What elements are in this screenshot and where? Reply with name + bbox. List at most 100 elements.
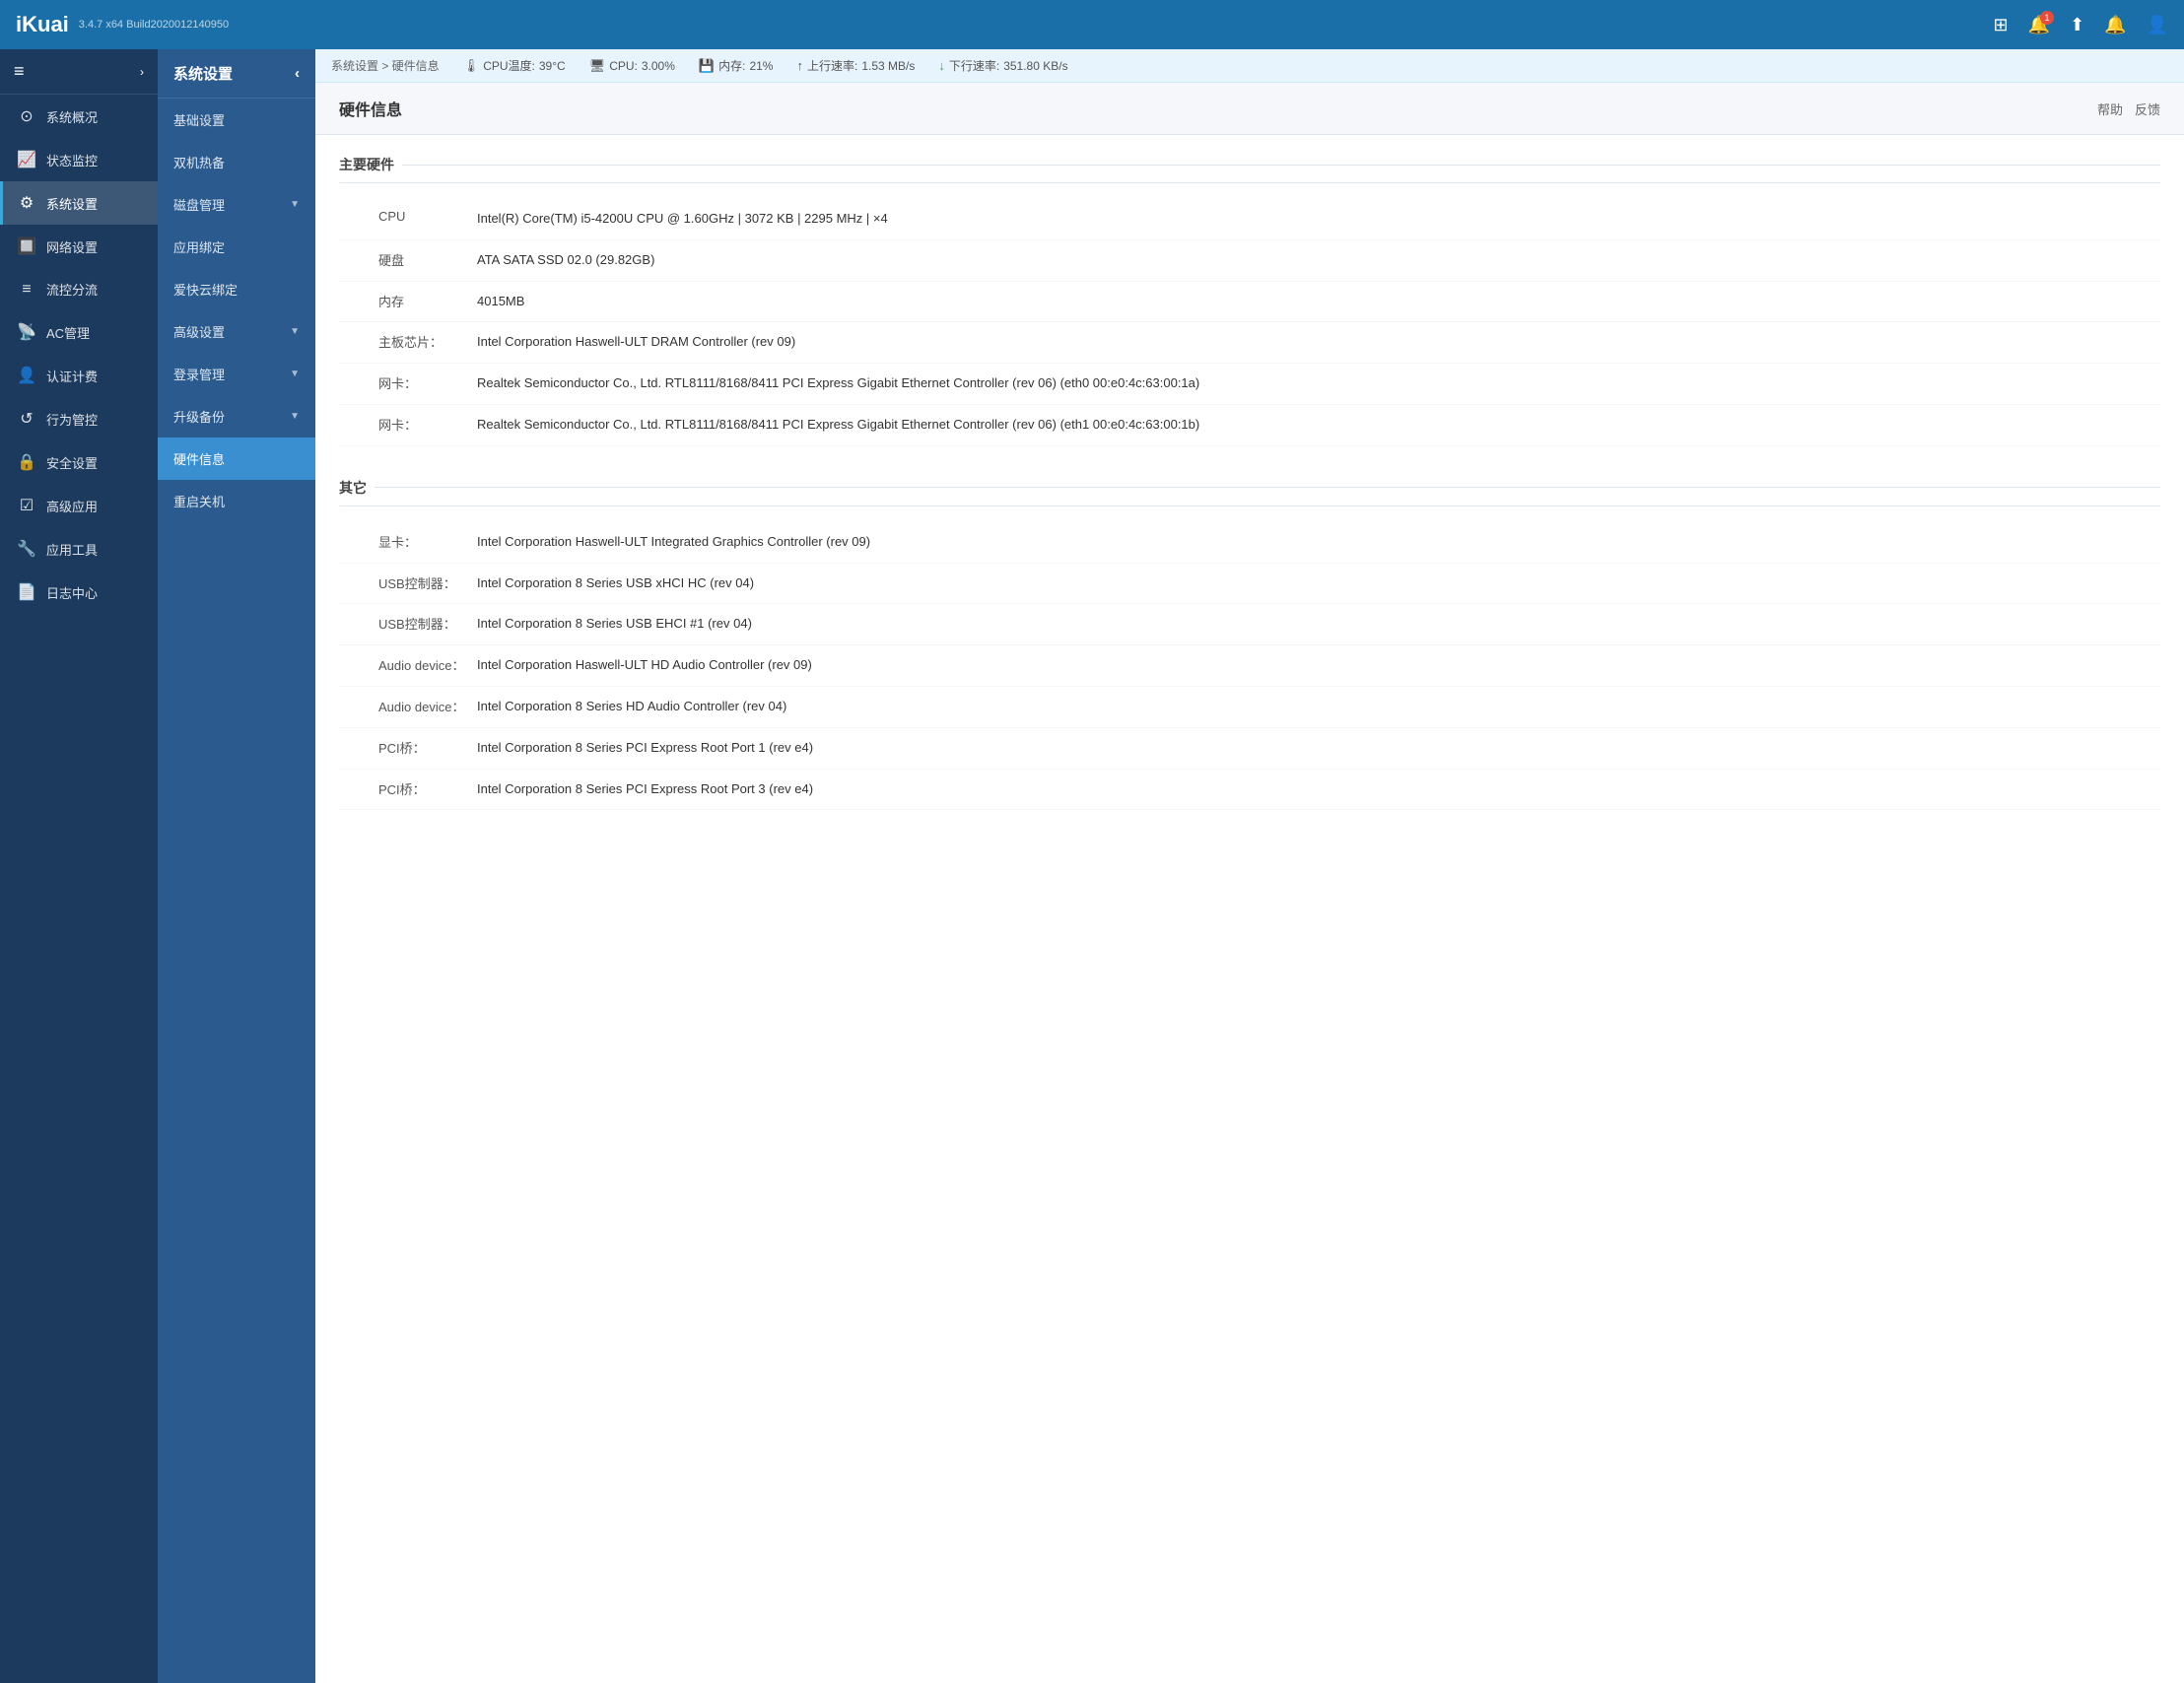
sidebar-item-network[interactable]: 🔲 网络设置 bbox=[0, 225, 158, 268]
sidebar-label-advanced: 高级应用 bbox=[46, 497, 98, 515]
sub-item-label-hardware: 硬件信息 bbox=[173, 449, 225, 468]
sub-item-basic[interactable]: 基础设置 bbox=[158, 99, 315, 141]
cpu-value-text: Intel(R) Core(TM) i5-4200U CPU @ 1.60GHz… bbox=[477, 209, 2160, 230]
security-icon: 🔒 bbox=[17, 452, 36, 472]
main-hardware-section-title: 主要硬件 bbox=[339, 155, 2160, 183]
cpu-icon: 🖥 bbox=[589, 58, 606, 74]
disk-row: 硬盘 ATA SATA SSD 02.0 (29.82GB) bbox=[339, 240, 2160, 282]
nic1-value-text: Realtek Semiconductor Co., Ltd. RTL8111/… bbox=[477, 373, 2160, 394]
sidebar-item-tools[interactable]: 🔧 应用工具 bbox=[0, 527, 158, 571]
sub-item-cloud[interactable]: 爱快云绑定 bbox=[158, 268, 315, 310]
bell-icon[interactable]: 🔔 bbox=[2104, 15, 2126, 35]
sidebar-item-behavior[interactable]: ↺ 行为管控 bbox=[0, 397, 158, 440]
usb2-value-text: Intel Corporation 8 Series USB EHCI #1 (… bbox=[477, 614, 2160, 635]
nic2-row: 网卡： Realtek Semiconductor Co., Ltd. RTL8… bbox=[339, 405, 2160, 446]
collapse-arrow: › bbox=[140, 65, 144, 79]
nic1-label-text: 网卡： bbox=[339, 373, 477, 392]
gpu-label-text: 显卡： bbox=[339, 532, 477, 551]
top-header: iKuai 3.4.7 x64 Build2020012140950 ⊞ 🔔 1… bbox=[0, 0, 2184, 49]
nic2-value-text: Realtek Semiconductor Co., Ltd. RTL8111/… bbox=[477, 415, 2160, 436]
sidebar-item-security[interactable]: 🔒 安全设置 bbox=[0, 440, 158, 484]
page: 硬件信息 帮助 反馈 主要硬件 CPU Intel(R) Core(TM) i5… bbox=[315, 83, 2184, 1683]
mem-value: 21% bbox=[749, 59, 773, 73]
other-hardware-section-title: 其它 bbox=[339, 478, 2160, 506]
sub-item-hardware[interactable]: 硬件信息 bbox=[158, 438, 315, 480]
download-label: 下行速率: bbox=[949, 57, 999, 74]
download-status: ↓ 下行速率: 351.80 KB/s bbox=[938, 57, 1067, 74]
usb1-row: USB控制器： Intel Corporation 8 Series USB x… bbox=[339, 564, 2160, 605]
sub-item-label-cloud: 爱快云绑定 bbox=[173, 280, 238, 299]
download-arrow-icon: ↓ bbox=[938, 58, 945, 73]
tools-icon: 🔧 bbox=[17, 539, 36, 559]
sub-item-reboot[interactable]: 重启关机 bbox=[158, 480, 315, 522]
sub-item-label-appbind: 应用绑定 bbox=[173, 237, 225, 256]
cpu-label: CPU: bbox=[609, 59, 638, 73]
memory-value-text: 4015MB bbox=[477, 292, 2160, 312]
section-divider bbox=[402, 165, 2160, 166]
sub-item-advanced-settings[interactable]: 高级设置 ▼ bbox=[158, 310, 315, 353]
app-logo: iKuai bbox=[16, 12, 69, 37]
sidebar-label-behavior: 行为管控 bbox=[46, 410, 98, 429]
advanced-arrow-icon: ▼ bbox=[290, 326, 300, 337]
help-button[interactable]: 帮助 bbox=[2097, 100, 2123, 118]
motherboard-value-text: Intel Corporation Haswell-ULT DRAM Contr… bbox=[477, 332, 2160, 353]
page-header: 硬件信息 帮助 反馈 bbox=[315, 83, 2184, 135]
main-layout: ≡ › ⊙ 系统概况 📈 状态监控 ⚙ 系统设置 🔲 网络设置 ≡ 流控分流 📡… bbox=[0, 49, 2184, 1683]
pci1-row: PCI桥： Intel Corporation 8 Series PCI Exp… bbox=[339, 728, 2160, 770]
upload-label: 上行速率: bbox=[807, 57, 857, 74]
disk-label-text: 硬盘 bbox=[339, 250, 477, 269]
sub-item-upgrade[interactable]: 升级备份 ▼ bbox=[158, 395, 315, 438]
sub-item-disk[interactable]: 磁盘管理 ▼ bbox=[158, 183, 315, 226]
usb1-value-text: Intel Corporation 8 Series USB xHCI HC (… bbox=[477, 573, 2160, 594]
system-icon: ⚙ bbox=[17, 193, 36, 213]
sidebar-item-advanced[interactable]: ☑ 高级应用 bbox=[0, 484, 158, 527]
audio1-row: Audio device： Intel Corporation Haswell-… bbox=[339, 645, 2160, 687]
sidebar-item-system[interactable]: ⚙ 系统设置 bbox=[0, 181, 158, 225]
memory-label-text: 内存 bbox=[339, 292, 477, 310]
sidebar-toggle[interactable]: ≡ › bbox=[0, 49, 158, 95]
sidebar-item-logs[interactable]: 📄 日志中心 bbox=[0, 571, 158, 614]
header-icons: ⊞ 🔔 1 ⬆ 🔔 👤 bbox=[1994, 15, 2168, 35]
page-body: 主要硬件 CPU Intel(R) Core(TM) i5-4200U CPU … bbox=[315, 135, 2184, 861]
sub-item-label-dual: 双机热备 bbox=[173, 153, 225, 171]
sub-sidebar-collapse-icon[interactable]: ‹ bbox=[295, 65, 300, 82]
other-hardware-section: 其它 显卡： Intel Corporation Haswell-ULT Int… bbox=[339, 478, 2160, 811]
grid-icon[interactable]: ⊞ bbox=[1994, 15, 2009, 35]
feedback-button[interactable]: 反馈 bbox=[2135, 100, 2160, 118]
breadcrumb: 系统设置 > 硬件信息 bbox=[331, 57, 440, 74]
pci2-label-text: PCI桥： bbox=[339, 779, 477, 798]
gpu-row: 显卡： Intel Corporation Haswell-ULT Integr… bbox=[339, 522, 2160, 564]
logs-icon: 📄 bbox=[17, 582, 36, 602]
main-content: 系统设置 > 硬件信息 🌡 CPU温度: 39°C 🖥 CPU: 3.00% 💾… bbox=[315, 49, 2184, 1683]
upload-icon[interactable]: ⬆ bbox=[2070, 15, 2084, 35]
upload-value: 1.53 MB/s bbox=[861, 59, 915, 73]
disk-value-text: ATA SATA SSD 02.0 (29.82GB) bbox=[477, 250, 2160, 271]
sub-item-label-basic: 基础设置 bbox=[173, 110, 225, 129]
monitor-icon: 📈 bbox=[17, 150, 36, 169]
sidebar-item-ac[interactable]: 📡 AC管理 bbox=[0, 310, 158, 354]
sidebar-item-traffic[interactable]: ≡ 流控分流 bbox=[0, 268, 158, 310]
nic2-label-text: 网卡： bbox=[339, 415, 477, 434]
sub-item-appbind[interactable]: 应用绑定 bbox=[158, 226, 315, 268]
sidebar-item-auth[interactable]: 👤 认证计费 bbox=[0, 354, 158, 397]
cpu-temp-label: CPU温度: bbox=[483, 57, 535, 74]
nic1-row: 网卡： Realtek Semiconductor Co., Ltd. RTL8… bbox=[339, 364, 2160, 405]
sub-item-label-reboot: 重启关机 bbox=[173, 492, 225, 510]
sub-item-login[interactable]: 登录管理 ▼ bbox=[158, 353, 315, 395]
sub-item-label-login: 登录管理 bbox=[173, 365, 225, 383]
sidebar-label-logs: 日志中心 bbox=[46, 583, 98, 602]
sidebar-item-monitor[interactable]: 📈 状态监控 bbox=[0, 138, 158, 181]
cpu-temp-value: 39°C bbox=[539, 59, 566, 73]
notification-icon[interactable]: 🔔 1 bbox=[2028, 15, 2050, 35]
cpu-value: 3.00% bbox=[642, 59, 675, 73]
hamburger-icon: ≡ bbox=[14, 61, 25, 82]
page-actions: 帮助 反馈 bbox=[2097, 100, 2160, 118]
sidebar-item-dashboard[interactable]: ⊙ 系统概况 bbox=[0, 95, 158, 138]
network-icon: 🔲 bbox=[17, 236, 36, 256]
sidebar: ≡ › ⊙ 系统概况 📈 状态监控 ⚙ 系统设置 🔲 网络设置 ≡ 流控分流 📡… bbox=[0, 49, 158, 1683]
audio1-value-text: Intel Corporation Haswell-ULT HD Audio C… bbox=[477, 655, 2160, 676]
sub-item-dual[interactable]: 双机热备 bbox=[158, 141, 315, 183]
usb2-row: USB控制器： Intel Corporation 8 Series USB E… bbox=[339, 604, 2160, 645]
user-icon[interactable]: 👤 bbox=[2147, 15, 2168, 35]
sub-sidebar: 系统设置 ‹ 基础设置 双机热备 磁盘管理 ▼ 应用绑定 爱快云绑定 高级设置 … bbox=[158, 49, 315, 1683]
